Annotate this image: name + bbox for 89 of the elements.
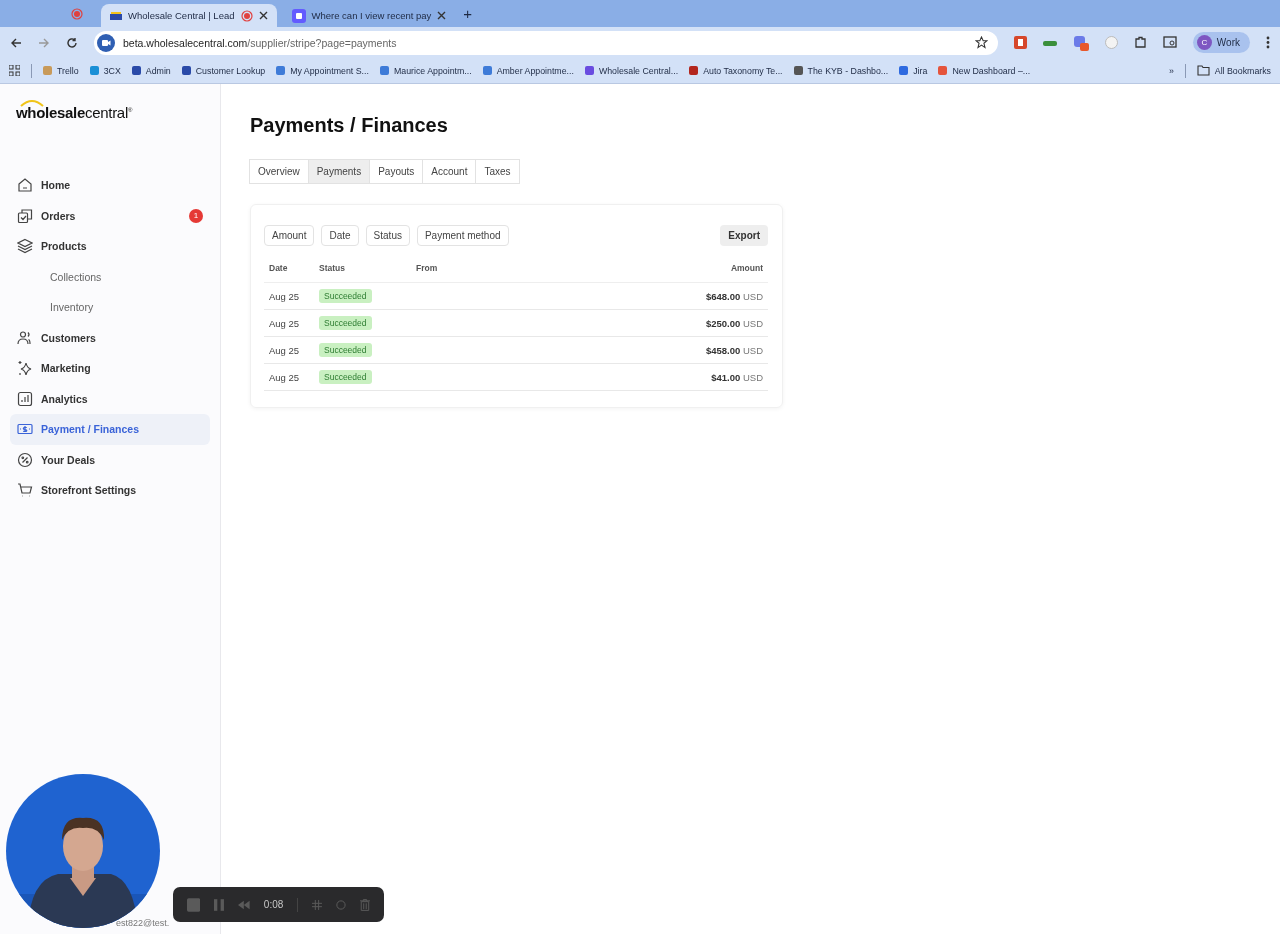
filter-button[interactable]: Amount bbox=[264, 225, 315, 246]
browser-tab[interactable]: Where can I view recent pay bbox=[282, 4, 456, 27]
page-tab[interactable]: Account bbox=[422, 159, 477, 184]
filter-button[interactable]: Date bbox=[321, 225, 359, 246]
date-cell-text: Aug 25 bbox=[269, 344, 301, 356]
back-icon[interactable] bbox=[10, 36, 22, 49]
nav-item[interactable]: Analytics bbox=[10, 383, 210, 414]
site-settings-icon[interactable] bbox=[97, 33, 115, 52]
status-badge: Succeeded bbox=[319, 370, 372, 384]
url-text: beta.wholesalecentral.com/supplier/stripe?page=payments bbox=[123, 36, 397, 49]
tab-title: Where can I view recent pay bbox=[311, 10, 432, 21]
column-header: From bbox=[416, 263, 439, 273]
nav-item[interactable]: Orders 1 bbox=[10, 200, 210, 231]
extension-icon[interactable] bbox=[1042, 38, 1057, 47]
star-icon[interactable] bbox=[974, 36, 988, 49]
status-badge: Succeeded bbox=[319, 343, 372, 357]
nav-subitem[interactable]: Inventory bbox=[10, 292, 210, 323]
address-bar[interactable]: beta.wholesalecentral.com/supplier/stripe?page=payments bbox=[94, 30, 998, 55]
tab-search-icon[interactable] bbox=[1162, 36, 1177, 49]
bookmark[interactable]: Trello bbox=[43, 65, 79, 76]
percent-icon bbox=[17, 451, 33, 468]
status-badge: Succeeded bbox=[319, 316, 372, 330]
account-email: est822@test. bbox=[116, 918, 170, 928]
folder-icon bbox=[1196, 65, 1210, 76]
new-tab-button[interactable]: + bbox=[463, 5, 473, 22]
page-title: Payments / Finances bbox=[250, 114, 449, 137]
nav-item[interactable]: Your Deals bbox=[10, 444, 210, 475]
more-bookmarks-button[interactable]: » bbox=[1168, 65, 1174, 76]
close-icon[interactable] bbox=[437, 11, 447, 20]
page-tab[interactable]: Overview bbox=[249, 159, 309, 184]
puzzle-icon[interactable] bbox=[1133, 36, 1147, 49]
column-header: Date bbox=[269, 263, 289, 273]
filter-button[interactable]: Payment method bbox=[416, 225, 509, 246]
bookmark[interactable]: Wholesale Central... bbox=[584, 65, 679, 76]
layers-icon bbox=[17, 238, 33, 255]
profile-button[interactable]: C Work bbox=[1192, 32, 1250, 53]
browser-tab[interactable]: Wholesale Central | Lead bbox=[101, 4, 277, 27]
tab-title: Wholesale Central | Lead bbox=[128, 10, 235, 21]
bookmark[interactable]: My Appointment S... bbox=[276, 65, 369, 76]
filter-button[interactable]: Status bbox=[365, 225, 410, 246]
date-cell-text: Aug 25 bbox=[269, 317, 301, 329]
amount-cell: $458.00 USD bbox=[705, 344, 763, 356]
status-badge: Succeeded bbox=[319, 289, 372, 303]
users-icon bbox=[17, 329, 33, 346]
menu-icon[interactable] bbox=[1266, 36, 1270, 49]
cart-icon bbox=[17, 482, 33, 499]
amount-cell: $41.00 USD bbox=[711, 371, 763, 383]
bookmark[interactable]: The KYB - Dashbo... bbox=[793, 65, 889, 76]
close-icon[interactable] bbox=[258, 11, 268, 20]
bookmark[interactable]: Amber Appointme... bbox=[482, 65, 574, 76]
count-badge: 1 bbox=[189, 208, 203, 223]
page-tab[interactable]: Payments bbox=[307, 159, 371, 184]
bookmark[interactable]: Maurice Appointm... bbox=[379, 65, 472, 76]
amount-cell: $648.00 USD bbox=[705, 290, 763, 302]
record-icon bbox=[71, 7, 83, 20]
recording-time: 0:08 bbox=[263, 899, 284, 910]
bookmark[interactable]: Customer Lookup bbox=[181, 65, 266, 76]
date-cell-text: Aug 25 bbox=[269, 371, 301, 383]
nav-item[interactable]: Marketing bbox=[10, 353, 210, 384]
bookmark[interactable]: Auto Taxonomy Te... bbox=[689, 65, 783, 76]
column-header: Amount bbox=[730, 263, 763, 273]
bookmark[interactable]: 3CX bbox=[89, 65, 121, 76]
nav-subitem[interactable]: Collections bbox=[10, 261, 210, 292]
restart-icon[interactable] bbox=[336, 898, 347, 911]
extension-icon[interactable] bbox=[1013, 36, 1027, 49]
checklist-icon bbox=[17, 207, 33, 224]
bookmark[interactable]: Admin bbox=[131, 65, 171, 76]
nav-item[interactable]: Customers bbox=[10, 322, 210, 353]
site-icon bbox=[110, 11, 122, 20]
page-tab[interactable]: Taxes bbox=[475, 159, 520, 184]
site-icon bbox=[291, 8, 306, 23]
nav-item[interactable]: Products bbox=[10, 231, 210, 262]
export-button[interactable]: Export bbox=[720, 225, 768, 246]
nav-item[interactable]: Home bbox=[10, 170, 210, 201]
bar-chart-icon bbox=[17, 390, 33, 407]
nav-item[interactable]: Storefront Settings bbox=[10, 475, 210, 506]
extension-icon[interactable] bbox=[1072, 34, 1089, 51]
home-icon bbox=[17, 177, 33, 194]
bookmark[interactable]: Jira bbox=[899, 65, 928, 76]
amount-cell: $250.00 USD bbox=[705, 317, 763, 329]
bookmark[interactable]: New Dashboard –... bbox=[938, 65, 1031, 76]
nav-item[interactable]: Payment / Finances bbox=[10, 414, 210, 445]
date-cell-text: Aug 25 bbox=[269, 290, 301, 302]
sparkle-icon bbox=[17, 360, 33, 377]
apps-icon[interactable] bbox=[9, 65, 20, 76]
column-header: Status bbox=[319, 263, 346, 273]
page-tab[interactable]: Payouts bbox=[369, 159, 424, 184]
reload-icon[interactable] bbox=[66, 36, 78, 49]
all-bookmarks-button[interactable]: All Bookmarks bbox=[1196, 65, 1271, 76]
